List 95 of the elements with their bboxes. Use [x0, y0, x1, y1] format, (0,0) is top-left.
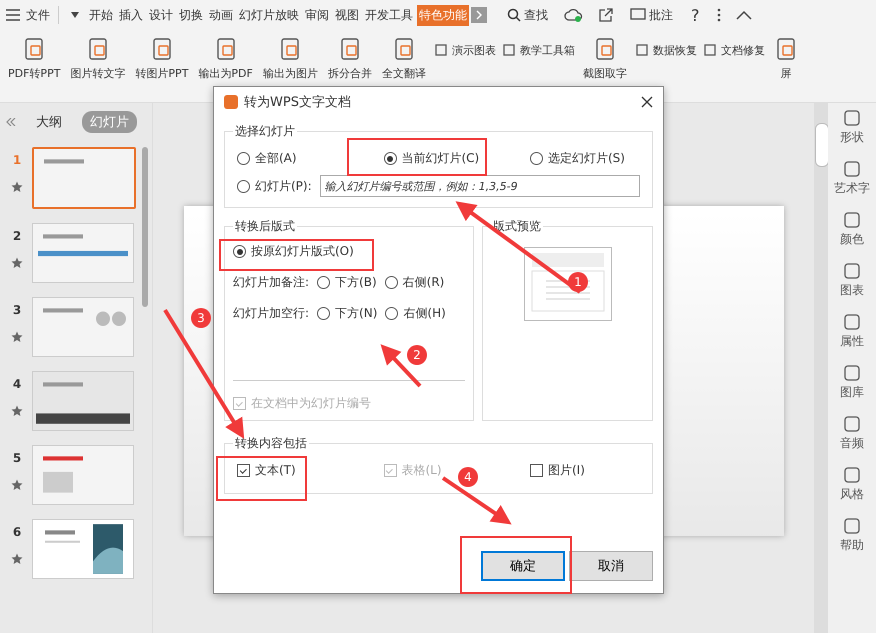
- slide-number: 3: [12, 303, 22, 317]
- sidebar-button[interactable]: 风格: [840, 466, 864, 503]
- tool-icon: [502, 43, 516, 57]
- sidebar-button[interactable]: 艺术字: [834, 160, 870, 197]
- ribbon-button[interactable]: 演示图表: [434, 40, 496, 60]
- range-field[interactable]: 输入幻灯片编号或范围，例如：1,3,5-9: [320, 175, 640, 197]
- file-menu[interactable]: 文件: [24, 4, 52, 26]
- menu-tab[interactable]: 幻灯片放映: [237, 4, 301, 26]
- slide-number: 5: [12, 451, 22, 465]
- menu-tab[interactable]: 设计: [147, 4, 175, 26]
- sidebar-button[interactable]: 音频: [840, 415, 864, 452]
- slide-number: 1: [12, 153, 22, 167]
- menu-tab[interactable]: 开发工具: [363, 4, 415, 26]
- slide-number: 6: [12, 525, 22, 539]
- scrollbar-thumb[interactable]: [142, 147, 148, 307]
- close-icon[interactable]: [641, 96, 653, 108]
- arrow: [380, 344, 422, 388]
- ribbon-button[interactable]: 教学工具箱: [502, 40, 575, 60]
- search-button[interactable]: 查找: [507, 6, 548, 24]
- menu-icon[interactable]: [6, 9, 20, 21]
- checkbox-option[interactable]: 文本(T): [237, 462, 347, 479]
- menu-tab[interactable]: 切换: [177, 4, 205, 26]
- menu-tab[interactable]: 动画: [207, 4, 235, 26]
- ribbon-button[interactable]: 转图片PPT: [133, 36, 190, 81]
- share-icon[interactable]: [598, 7, 614, 23]
- dialog-button[interactable]: 确定: [481, 551, 565, 581]
- group-title: 选择幻灯片: [234, 123, 296, 140]
- tool-icon: [843, 517, 861, 535]
- menu-tab[interactable]: 视图: [333, 4, 361, 26]
- collapse-icon[interactable]: [736, 10, 752, 20]
- checkbox-option[interactable]: 图片(I): [530, 462, 640, 479]
- star-icon[interactable]: [11, 553, 23, 565]
- radio-option[interactable]: 当前幻灯片(C): [384, 150, 494, 167]
- more-icon[interactable]: [716, 7, 722, 23]
- chevron-icon[interactable]: [471, 7, 487, 23]
- option-label: 幻灯片加空行:: [233, 305, 310, 322]
- star-icon[interactable]: [11, 331, 23, 343]
- radio-option[interactable]: 下方(N): [317, 305, 378, 322]
- sidebar-button[interactable]: 图库: [840, 364, 864, 401]
- radio-option[interactable]: 右侧(R): [384, 274, 444, 291]
- ribbon-button[interactable]: 图片转文字: [68, 36, 128, 81]
- slide-number: 4: [12, 377, 22, 391]
- ribbon-button[interactable]: 数据恢复: [634, 40, 697, 60]
- help-button[interactable]: ?: [689, 4, 702, 26]
- ribbon-button[interactable]: 输出为图片: [260, 36, 320, 81]
- tool-icon: [843, 415, 861, 433]
- tool-icon: [843, 313, 861, 331]
- caret-icon[interactable]: [71, 12, 79, 18]
- dialog-button[interactable]: 取消: [569, 551, 653, 581]
- sidebar-button[interactable]: 属性: [840, 313, 864, 350]
- radio-option[interactable]: 幻灯片(P):: [237, 178, 312, 194]
- tool-icon: [634, 43, 649, 57]
- star-icon[interactable]: [11, 257, 23, 269]
- panel-tab[interactable]: 大纲: [28, 111, 70, 133]
- scrollbar-thumb[interactable]: [815, 123, 829, 167]
- ribbon-button[interactable]: 文档修复: [702, 40, 765, 60]
- star-icon[interactable]: [11, 479, 23, 491]
- radio-option[interactable]: 按原幻灯片版式(O): [233, 243, 465, 260]
- ribbon-button[interactable]: 屏: [770, 36, 801, 81]
- tool-icon: [434, 43, 448, 57]
- radio-option[interactable]: 下方(B): [317, 274, 377, 291]
- radio-option[interactable]: 全部(A): [237, 150, 347, 167]
- dialog-title: 转为WPS文字文档: [244, 94, 351, 111]
- app-logo-icon: [224, 95, 238, 109]
- tool-icon: [702, 43, 717, 57]
- ribbon-button[interactable]: 输出为PDF: [196, 36, 255, 81]
- search-icon: [507, 8, 521, 22]
- slide-number: 2: [12, 229, 22, 243]
- group-title: 转换内容包括: [234, 435, 308, 452]
- option-label: 幻灯片加备注:: [233, 274, 310, 291]
- ribbon-button[interactable]: 截图取字: [580, 36, 629, 81]
- radio-option[interactable]: 选定幻灯片(S): [530, 150, 640, 167]
- sidebar-button[interactable]: 图表: [840, 262, 864, 299]
- ribbon-button[interactable]: PDF转PPT: [6, 36, 62, 81]
- menu-tab[interactable]: 审阅: [303, 4, 331, 26]
- sidebar-button[interactable]: 颜色: [840, 211, 864, 248]
- star-icon[interactable]: [11, 181, 23, 193]
- tool-icon: [843, 160, 861, 178]
- tool-icon: [843, 364, 861, 382]
- radio-option[interactable]: 右侧(H): [385, 305, 446, 322]
- tool-icon: [843, 466, 861, 484]
- star-icon[interactable]: [11, 405, 23, 417]
- ribbon-button[interactable]: 全文翻译: [380, 36, 428, 81]
- ribbon-button[interactable]: 拆分合并: [326, 36, 374, 81]
- menu-tab[interactable]: 插入: [117, 4, 145, 26]
- sidebar-button[interactable]: 帮助: [840, 517, 864, 554]
- comment-icon: [630, 8, 646, 22]
- tool-icon: [843, 109, 861, 127]
- group-title: 转换后版式: [234, 218, 296, 235]
- tool-icon: [843, 211, 861, 229]
- tool-icon: [843, 262, 861, 280]
- menu-tab[interactable]: 开始: [87, 4, 115, 26]
- sidebar-button[interactable]: 形状: [840, 109, 864, 146]
- cloud-icon[interactable]: [564, 7, 584, 23]
- comment-button[interactable]: 批注: [630, 6, 673, 24]
